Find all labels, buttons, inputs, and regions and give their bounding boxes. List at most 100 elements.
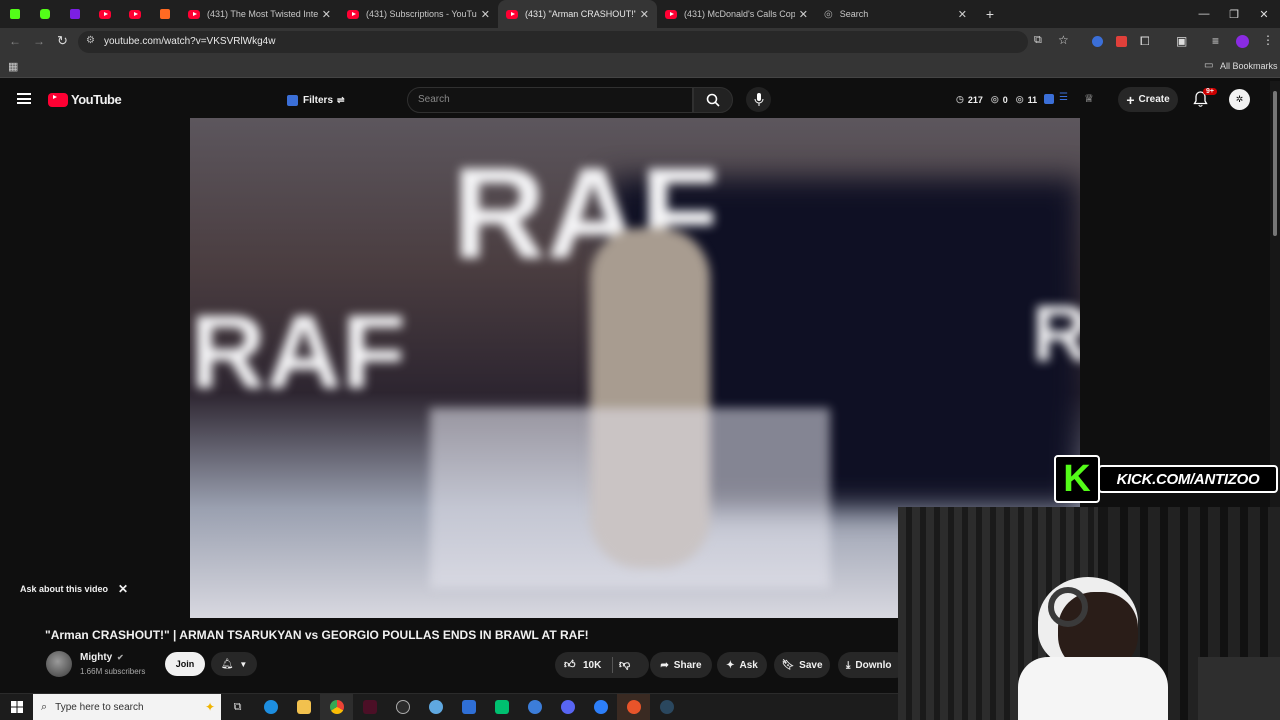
- task-view-button[interactable]: ⧉: [221, 694, 254, 720]
- channel-name[interactable]: Mighty: [80, 652, 112, 663]
- close-icon[interactable]: ✕: [118, 582, 128, 596]
- taskbar-app[interactable]: [617, 694, 650, 720]
- dislike-button[interactable]: 👎︎: [619, 658, 630, 671]
- ask-about-video-label: Ask about this video: [20, 584, 109, 594]
- ask-button[interactable]: ✦ Ask: [717, 652, 767, 678]
- pinned-tab[interactable]: [60, 0, 90, 28]
- hamburger-menu-icon[interactable]: [17, 93, 31, 104]
- install-icon[interactable]: ⧉: [1034, 34, 1042, 47]
- voice-search-button[interactable]: [746, 87, 771, 112]
- search-input[interactable]: Search: [407, 87, 693, 113]
- reload-icon[interactable]: ↻: [57, 33, 68, 49]
- close-icon[interactable]: ✕: [640, 8, 649, 21]
- taskbar-app[interactable]: [419, 694, 452, 720]
- 4k-downloader-icon: [395, 700, 410, 714]
- extension-icon[interactable]: [1092, 36, 1103, 47]
- folder-icon: ▭: [1204, 60, 1214, 71]
- pinned-tab[interactable]: [90, 0, 120, 28]
- close-icon[interactable]: ✕: [322, 8, 331, 21]
- apps-grid-icon[interactable]: ▦: [8, 60, 18, 73]
- windows-icon: [10, 701, 23, 713]
- back-icon[interactable]: ←: [9, 34, 21, 48]
- bookmark-star-icon[interactable]: ☆: [1058, 33, 1069, 47]
- tab-title: (431) Subscriptions - YouTube: [366, 9, 477, 19]
- globe-icon: ◎: [824, 8, 833, 20]
- extension-icon[interactable]: [1044, 94, 1054, 104]
- taskbar-app[interactable]: [551, 694, 584, 720]
- youtube-icon: [129, 9, 141, 19]
- microphone-icon: [754, 93, 763, 106]
- pinned-tab[interactable]: [30, 0, 60, 28]
- taskbar-app[interactable]: [518, 694, 551, 720]
- all-bookmarks-link[interactable]: All Bookmarks: [1220, 61, 1278, 71]
- video-ring-area: [430, 408, 830, 588]
- taskbar-app[interactable]: [353, 694, 386, 720]
- tab-title: (431) "Arman CRASHOUT!" | AR: [525, 9, 636, 19]
- channel-name-row[interactable]: Mighty ✔: [80, 652, 124, 663]
- search-button[interactable]: [693, 87, 733, 113]
- video-text-raf: RAF: [190, 294, 406, 411]
- taskbar-app[interactable]: [287, 694, 320, 720]
- sidepanel-icon[interactable]: ▣: [1176, 34, 1187, 48]
- tab-title: Search: [839, 9, 869, 19]
- like-count: 10K: [583, 660, 602, 671]
- pinned-tab[interactable]: [0, 0, 30, 28]
- taskbar-app[interactable]: [650, 694, 683, 720]
- notifications-button[interactable]: 9+: [1193, 88, 1217, 112]
- minimize-button[interactable]: —: [1188, 0, 1220, 28]
- taskbar-app[interactable]: [386, 694, 419, 720]
- steam-icon: [659, 700, 674, 714]
- taskbar-app[interactable]: [485, 694, 518, 720]
- close-icon[interactable]: ✕: [958, 8, 967, 21]
- browser-tab[interactable]: ◎ Search ✕: [816, 0, 975, 28]
- browser-tab-active[interactable]: (431) "Arman CRASHOUT!" | AR ✕: [498, 0, 657, 28]
- close-window-button[interactable]: ✕: [1248, 0, 1280, 28]
- taskbar-app[interactable]: [452, 694, 485, 720]
- extension-icon[interactable]: [1116, 36, 1127, 47]
- menu-kebab-icon[interactable]: ⋮: [1262, 33, 1274, 47]
- media-icon[interactable]: ≡: [1212, 34, 1219, 48]
- channel-avatar[interactable]: [46, 651, 72, 677]
- subscribed-notifications-button[interactable]: 🔔︎ ▼: [211, 652, 257, 676]
- browser-tab[interactable]: (431) Subscriptions - YouTube ✕: [339, 0, 498, 28]
- scrollbar-thumb[interactable]: [1273, 91, 1277, 236]
- browser-tab[interactable]: (431) The Most Twisted Interro ✕: [180, 0, 339, 28]
- close-icon[interactable]: ✕: [799, 8, 808, 21]
- address-toolbar: ← → ↻ ⚙ youtube.com/watch?v=VKSVRlWkg4w …: [0, 28, 1280, 56]
- site-info-icon[interactable]: ⚙: [86, 35, 95, 46]
- filters-button[interactable]: Filters ⇌: [287, 90, 345, 110]
- ask-about-video-banner[interactable]: Ask about this video ✕: [20, 582, 128, 596]
- youtube-icon: [99, 9, 111, 19]
- browser-tab[interactable]: (431) McDonald's Calls Cops o ✕: [657, 0, 816, 28]
- taskbar-app[interactable]: [584, 694, 617, 720]
- kick-url-text: KICK.COM/ANTIZOO: [1116, 470, 1260, 488]
- share-button[interactable]: ➦ Share: [650, 652, 712, 678]
- obs-icon: [626, 700, 641, 714]
- list-icon[interactable]: ☰: [1059, 92, 1068, 103]
- new-tab-button[interactable]: +: [975, 6, 1005, 22]
- webcam-headphones: [1048, 587, 1088, 627]
- account-avatar[interactable]: ✲: [1229, 89, 1250, 110]
- save-button[interactable]: 🔖︎ Save: [774, 652, 830, 678]
- windows-taskbar: ⌕ Type here to search ✦ ⧉: [0, 693, 898, 720]
- puzzle-icon[interactable]: ⧠: [1140, 34, 1150, 49]
- like-button[interactable]: 👍︎: [564, 658, 576, 671]
- forward-icon[interactable]: →: [33, 34, 45, 48]
- youtube-logo[interactable]: YouTube: [48, 92, 122, 107]
- download-icon: ⤓: [846, 659, 851, 671]
- taskbar-app[interactable]: [254, 694, 287, 720]
- close-icon[interactable]: ✕: [481, 8, 490, 21]
- taskbar-search-input[interactable]: ⌕ Type here to search ✦: [33, 694, 221, 720]
- profile-avatar[interactable]: [1236, 35, 1249, 48]
- url-bar[interactable]: ⚙ youtube.com/watch?v=VKSVRlWkg4w ⧉ ☆: [78, 31, 1069, 53]
- start-button[interactable]: [0, 694, 33, 720]
- maximize-button[interactable]: ❐: [1218, 0, 1250, 28]
- trophy-icon[interactable]: ♕: [1084, 92, 1094, 105]
- pinned-tab[interactable]: [120, 0, 150, 28]
- pinned-tab[interactable]: [150, 0, 180, 28]
- join-button[interactable]: Join: [165, 652, 205, 676]
- create-button[interactable]: + Create: [1118, 87, 1178, 112]
- create-label: Create: [1138, 94, 1170, 105]
- taskbar-app[interactable]: [320, 694, 353, 720]
- notifications-badge: 9+: [1203, 88, 1217, 95]
